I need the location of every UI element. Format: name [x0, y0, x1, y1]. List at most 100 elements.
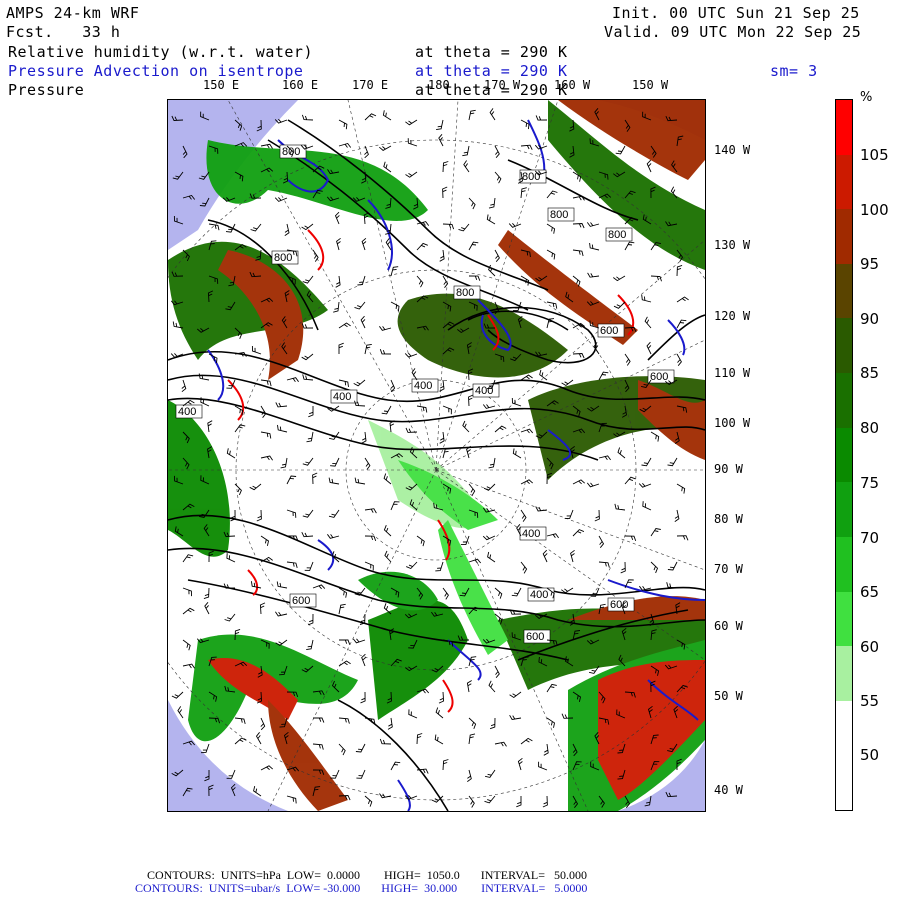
wind-barb — [489, 717, 496, 730]
wind-barb — [255, 732, 262, 745]
wind-barb — [416, 242, 428, 251]
wind-barb — [509, 691, 522, 699]
wind-barb — [624, 353, 631, 366]
wind-barb — [408, 709, 418, 719]
wind-barb — [260, 717, 266, 731]
lon-label: 150 E — [203, 78, 240, 92]
colorbar-segment — [836, 263, 852, 319]
colorbar-segment — [836, 100, 852, 156]
wind-barb — [650, 561, 659, 574]
wind-barb — [546, 223, 556, 234]
wind-barb — [390, 501, 400, 511]
wind-barb — [468, 558, 482, 564]
wind-barb — [442, 223, 455, 230]
lon-label-right: 50 W — [714, 689, 743, 703]
wind-barb — [468, 241, 479, 251]
colorbar-tick: 55 — [860, 692, 880, 710]
wind-barb — [200, 743, 210, 754]
wind-barb — [416, 733, 423, 745]
wind-barb — [328, 509, 340, 518]
wind-barb — [276, 581, 288, 589]
wind-barb — [676, 353, 682, 366]
lon-label: 150 W — [632, 78, 669, 92]
wind-barb — [641, 294, 652, 303]
contour-label: 400 — [178, 406, 196, 418]
wind-barb — [250, 223, 262, 232]
wind-barb — [256, 509, 262, 522]
wind-barb — [439, 249, 445, 262]
wind-barb — [204, 602, 210, 615]
colorbar-tick: 80 — [860, 419, 880, 437]
wind-barb — [226, 553, 236, 563]
wind-barb — [330, 457, 340, 467]
wind-barb — [330, 769, 340, 779]
wind-barb — [484, 795, 496, 804]
wind-barb — [308, 406, 314, 418]
wind-barb — [561, 379, 574, 387]
wind-barb — [405, 427, 418, 433]
wind-barb — [538, 761, 548, 771]
contour-label: 600 — [600, 325, 618, 337]
wind-barb — [234, 483, 242, 496]
wind-barb — [468, 109, 476, 121]
colorbar-segment — [836, 755, 852, 811]
wind-barb — [667, 457, 678, 467]
lon-label: 180 — [428, 78, 450, 92]
wind-barb — [335, 275, 341, 288]
field-2-name: Pressure Advection on isentrope — [8, 62, 304, 80]
forecast-hour: Fcst. 33 h — [6, 23, 121, 41]
field-1-name: Relative humidity (w.r.t. water) — [8, 43, 313, 61]
contour-label: 800 — [456, 287, 474, 299]
wind-barb — [488, 680, 496, 693]
wind-barb — [489, 108, 496, 121]
wind-barb — [364, 508, 377, 514]
wind-barb — [306, 431, 314, 443]
wind-barb — [334, 211, 340, 225]
wind-barb — [379, 349, 392, 355]
wind-barb — [516, 796, 522, 808]
wind-barb — [442, 186, 448, 199]
colorbar-segment — [836, 318, 852, 374]
wind-barb — [488, 457, 496, 469]
wind-barb — [613, 275, 626, 282]
colorbar-tick: 60 — [860, 638, 880, 656]
wind-barb — [364, 795, 373, 807]
contour-label: 800 — [274, 252, 292, 264]
wind-barb — [638, 482, 652, 488]
lon-label: 160 E — [282, 78, 319, 92]
init-time: Init. 00 UTC Sun 21 Sep 25 — [612, 4, 860, 22]
lon-label-right: 140 W — [714, 143, 751, 157]
wind-barb — [308, 613, 314, 626]
wind-barb — [301, 532, 314, 538]
wind-barb — [594, 509, 600, 522]
wind-barb — [488, 264, 496, 277]
contour-label: 400 — [475, 385, 493, 397]
wind-barb — [542, 795, 548, 808]
wind-barb — [586, 482, 600, 488]
colorbar-segment — [836, 591, 852, 647]
wind-barb — [520, 561, 528, 574]
colorbar-segment — [836, 209, 852, 265]
wind-barb — [468, 197, 476, 210]
map-panel: 800 800 800 800 800 800 600 600 400 400 … — [167, 99, 706, 812]
wind-barb — [676, 483, 686, 494]
colorbar-segment — [836, 536, 852, 593]
wind-barb — [312, 249, 319, 262]
valid-time: Valid. 09 UTC Mon 22 Sep 25 — [604, 23, 862, 41]
wind-barb — [260, 431, 272, 439]
colorbar-segment — [836, 154, 852, 210]
wind-barb — [286, 377, 299, 383]
field-1-level: at theta = 290 K — [415, 43, 568, 61]
wind-barb — [382, 110, 392, 121]
wind-barb — [286, 795, 297, 804]
colorbar-segment — [836, 700, 852, 756]
wind-barb — [301, 353, 314, 361]
wind-barb — [379, 326, 392, 331]
wind-barb — [182, 587, 192, 597]
footer-contours-advection: CONTOURS: UNITS=ubar/s LOW= -30.000 HIGH… — [135, 881, 588, 895]
wind-barb — [676, 296, 689, 303]
wind-barb — [338, 660, 351, 667]
wind-barb — [249, 483, 262, 491]
wind-barb — [542, 549, 548, 563]
wind-barb — [312, 472, 318, 485]
